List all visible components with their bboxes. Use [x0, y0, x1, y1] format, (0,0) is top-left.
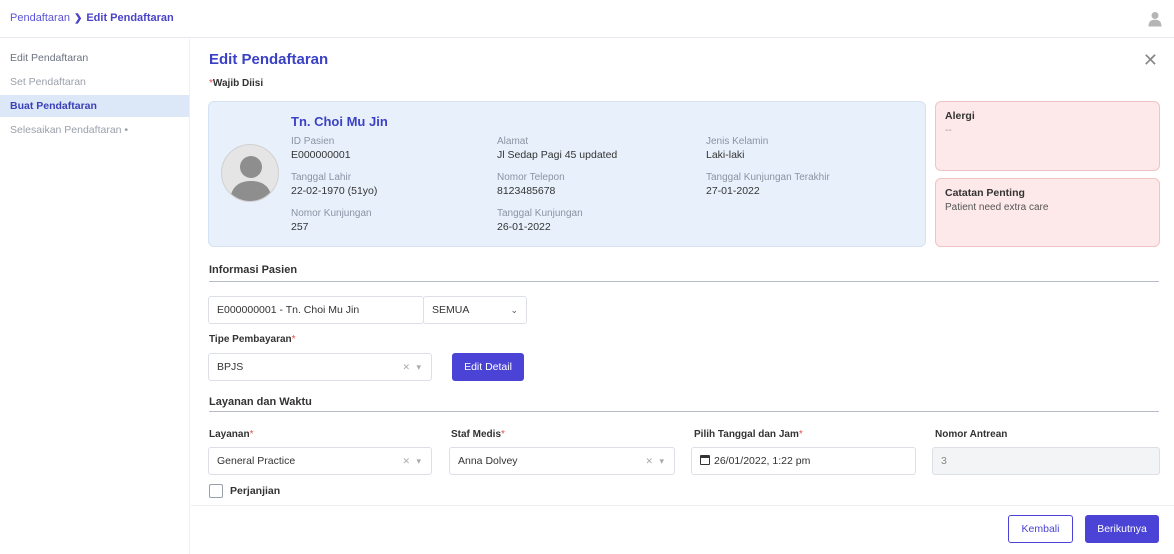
address-field: Alamat Jl Sedap Pagi 45 updated	[497, 135, 617, 163]
avatar	[221, 144, 279, 202]
visit-date-field: Tanggal Kunjungan 26-01-2022	[497, 207, 583, 235]
datetime-label: Pilih Tanggal dan Jam*	[694, 429, 803, 440]
required-star: *	[291, 334, 296, 345]
clear-dropdown-icon[interactable]: ✕ ▾	[402, 354, 423, 380]
medical-staff-label: Staf Medis*	[451, 429, 505, 440]
breadcrumb-root[interactable]: Pendaftaran	[10, 12, 70, 24]
filter-select-value: SEMUA	[432, 304, 470, 316]
queue-number-field: 3	[932, 447, 1160, 475]
sidebar-item-buat-pendaftaran[interactable]: Buat Pendaftaran	[0, 95, 189, 117]
payment-type-label: Tipe Pembayaran*	[209, 334, 296, 345]
section-service-time: Layanan dan Waktu	[209, 396, 312, 408]
datetime-label-text: Pilih Tanggal dan Jam	[694, 429, 799, 440]
gender-value: Laki-laki	[706, 149, 745, 161]
important-notes-title: Catatan Penting	[945, 187, 1025, 199]
sidebar-item-edit-pendaftaran[interactable]: Edit Pendaftaran	[0, 47, 189, 69]
datetime-picker[interactable]: 26/01/2022, 1:22 pm	[691, 447, 916, 475]
visit-number-value: 257	[291, 221, 309, 233]
appointment-checkbox[interactable]	[209, 484, 223, 498]
visit-number-label: Nomor Kunjungan	[291, 208, 372, 219]
required-note: *Wajib Diisi	[209, 78, 263, 89]
allergy-text: --	[945, 125, 952, 136]
back-button[interactable]: Kembali	[1008, 515, 1073, 543]
last-visit-field: Tanggal Kunjungan Terakhir 27-01-2022	[706, 171, 830, 199]
chevron-right-icon: ❯	[73, 13, 83, 24]
section-patient-info: Informasi Pasien	[209, 264, 298, 276]
phone-value: 8123485678	[497, 185, 556, 197]
footer-divider	[191, 505, 1174, 506]
top-bar: Pendaftaran ❯ Edit Pendaftaran	[0, 0, 1174, 38]
clear-dropdown-icon[interactable]: ✕ ▾	[402, 448, 423, 474]
service-label-text: Layanan	[209, 429, 250, 440]
main-content: Edit Pendaftaran ✕ *Wajib Diisi Tn. Choi…	[191, 39, 1174, 554]
visit-number-field: Nomor Kunjungan 257	[291, 207, 372, 235]
clear-dropdown-icon[interactable]: ✕ ▾	[645, 448, 666, 474]
divider	[209, 281, 1159, 282]
dob-label: Tanggal Lahir	[291, 172, 352, 183]
calendar-icon	[700, 455, 710, 465]
service-label: Layanan*	[209, 429, 253, 440]
sidebar-item-set-pendaftaran[interactable]: Set Pendaftaran	[0, 71, 189, 93]
next-button[interactable]: Berikutnya	[1085, 515, 1159, 543]
medical-staff-label-text: Staf Medis	[451, 429, 502, 440]
patient-select[interactable]: E000000001 - Tn. Choi Mu Jin	[208, 296, 424, 324]
patient-id-label: ID Pasien	[291, 136, 335, 147]
queue-number-value: 3	[941, 455, 947, 467]
important-notes-box: Catatan Penting Patient need extra care	[935, 178, 1160, 247]
required-note-text: Wajib Diisi	[212, 78, 264, 89]
last-visit-label: Tanggal Kunjungan Terakhir	[706, 172, 830, 183]
gender-field: Jenis Kelamin Laki-laki	[706, 135, 768, 163]
datetime-value: 26/01/2022, 1:22 pm	[714, 455, 811, 467]
appointment-label: Perjanjian	[230, 485, 281, 497]
visit-date-value: 26-01-2022	[497, 221, 551, 233]
visit-date-label: Tanggal Kunjungan	[497, 208, 583, 219]
close-icon[interactable]: ✕	[1143, 51, 1158, 69]
last-visit-value: 27-01-2022	[706, 185, 760, 197]
phone-label: Nomor Telepon	[497, 172, 565, 183]
breadcrumb: Pendaftaran ❯ Edit Pendaftaran	[10, 12, 174, 24]
dob-value: 22-02-1970 (51yo)	[291, 185, 378, 197]
required-star: *	[798, 429, 803, 440]
patient-card: Tn. Choi Mu Jin ID Pasien E000000001 Tan…	[208, 101, 926, 247]
required-star: *	[249, 429, 254, 440]
filter-select[interactable]: SEMUA ⌄	[423, 296, 527, 324]
payment-type-label-text: Tipe Pembayaran	[209, 334, 292, 345]
avatar-icon	[230, 156, 272, 201]
dob-field: Tanggal Lahir 22-02-1970 (51yo)	[291, 171, 377, 199]
sidebar: Edit Pendaftaran Set Pendaftaran Buat Pe…	[0, 39, 190, 554]
payment-type-value: BPJS	[217, 361, 244, 373]
user-icon[interactable]	[1148, 11, 1162, 27]
allergy-title: Alergi	[945, 110, 975, 122]
patient-name: Tn. Choi Mu Jin	[291, 114, 388, 129]
medical-staff-select[interactable]: Anna Dolvey ✕ ▾	[449, 447, 675, 475]
payment-type-select[interactable]: BPJS ✕ ▾	[208, 353, 432, 381]
patient-select-value: E000000001 - Tn. Choi Mu Jin	[217, 304, 360, 316]
address-label: Alamat	[497, 136, 529, 147]
queue-number-label: Nomor Antrean	[935, 429, 1008, 440]
patient-id-value: E000000001	[291, 149, 351, 161]
chevron-down-icon: ⌄	[510, 305, 518, 315]
gender-label: Jenis Kelamin	[706, 136, 769, 147]
required-star: *	[501, 429, 505, 440]
phone-field: Nomor Telepon 8123485678	[497, 171, 565, 199]
important-notes-text: Patient need extra care	[945, 202, 1049, 213]
service-value: General Practice	[217, 455, 296, 467]
breadcrumb-current: Edit Pendaftaran	[86, 12, 174, 24]
allergy-box: Alergi --	[935, 101, 1160, 171]
medical-staff-value: Anna Dolvey	[458, 455, 518, 467]
page-title: Edit Pendaftaran	[209, 51, 329, 68]
edit-detail-button[interactable]: Edit Detail	[452, 353, 524, 381]
service-select[interactable]: General Practice ✕ ▾	[208, 447, 432, 475]
patient-id-field: ID Pasien E000000001	[291, 135, 351, 163]
sidebar-item-selesaikan-pendaftaran[interactable]: Selesaikan Pendaftaran •	[0, 119, 189, 141]
divider	[209, 411, 1159, 412]
address-value: Jl Sedap Pagi 45 updated	[497, 149, 618, 161]
